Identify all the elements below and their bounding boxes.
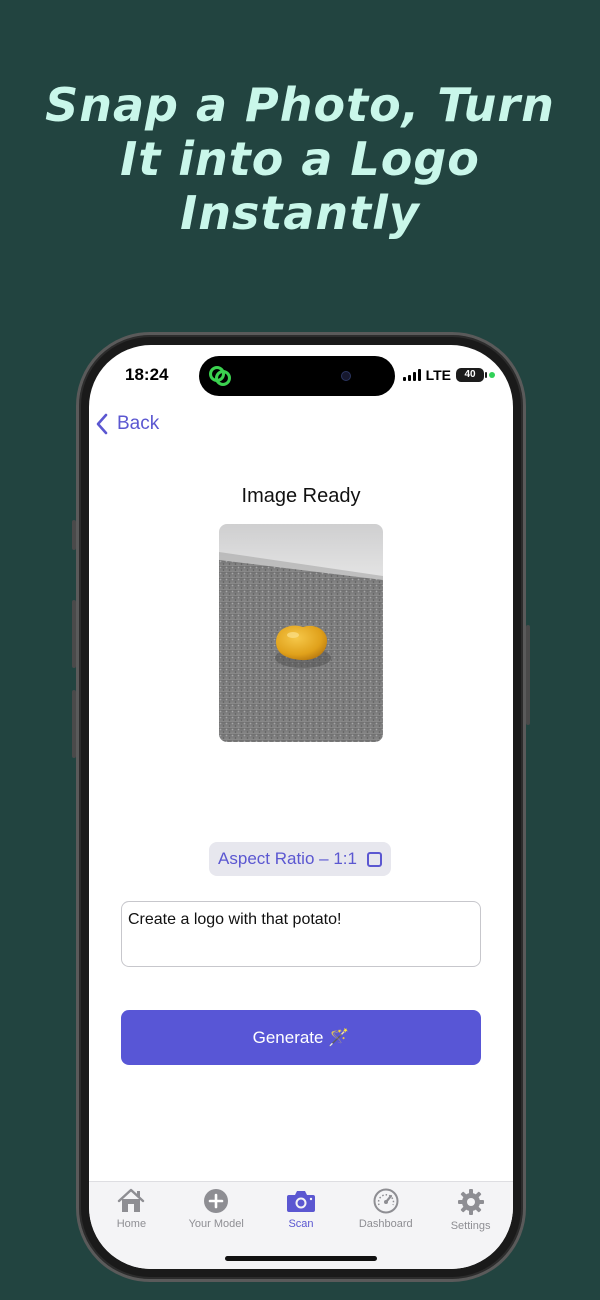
tab-dashboard-label: Dashboard bbox=[358, 1218, 413, 1230]
captured-photo bbox=[219, 524, 383, 742]
phone-screen: 18:24 LTE 40 Back Image Ready Aspect Rat… bbox=[89, 345, 513, 1269]
home-icon bbox=[118, 1188, 145, 1212]
headline-line-1: Snap a Photo, Turn bbox=[45, 78, 555, 132]
speedometer-icon bbox=[373, 1188, 399, 1214]
chevron-left-icon bbox=[96, 413, 108, 435]
gear-icon bbox=[457, 1189, 484, 1215]
generate-label: Generate 🪄 bbox=[252, 1027, 350, 1047]
privacy-indicator bbox=[489, 372, 495, 378]
promo-headline: Snap a Photo, Turn It into a Logo Instan… bbox=[0, 78, 600, 240]
generate-button[interactable]: Generate 🪄 bbox=[121, 1010, 481, 1065]
tab-settings-label: Settings bbox=[450, 1220, 491, 1232]
front-camera bbox=[341, 371, 351, 381]
prompt-input[interactable]: Create a logo with that potato! bbox=[121, 901, 481, 967]
status-indicators: LTE 40 bbox=[402, 367, 495, 383]
status-time: 18:24 bbox=[125, 365, 169, 384]
prompt-text: Create a logo with that potato! bbox=[128, 911, 342, 928]
checkbox-icon bbox=[366, 851, 382, 867]
home-indicator bbox=[225, 1256, 377, 1261]
plus-circle-icon bbox=[204, 1189, 229, 1213]
headline-line-2: It into a Logo bbox=[120, 132, 480, 186]
battery-icon: 40 bbox=[456, 368, 487, 382]
dynamic-island bbox=[199, 356, 395, 396]
tab-settings[interactable]: Settings bbox=[429, 1188, 513, 1269]
tab-scan-label: Scan bbox=[288, 1218, 314, 1230]
power-button bbox=[526, 625, 530, 725]
aspect-ratio-toggle[interactable]: Aspect Ratio – 1:1 bbox=[209, 842, 391, 876]
tab-home-label: Home bbox=[116, 1218, 147, 1230]
link-app-icon bbox=[209, 366, 231, 386]
network-type: LTE bbox=[425, 367, 451, 383]
aspect-ratio-label: Aspect Ratio – 1:1 bbox=[218, 849, 357, 868]
tab-home[interactable]: Home bbox=[89, 1188, 173, 1269]
headline-line-3: Instantly bbox=[180, 186, 420, 240]
back-button[interactable]: Back bbox=[95, 413, 159, 435]
back-label: Back bbox=[117, 413, 160, 434]
tab-your-model-label: Your Model bbox=[188, 1218, 244, 1230]
page-title: Image Ready bbox=[241, 485, 361, 507]
camera-icon bbox=[286, 1191, 315, 1212]
signal-icon bbox=[402, 369, 421, 381]
